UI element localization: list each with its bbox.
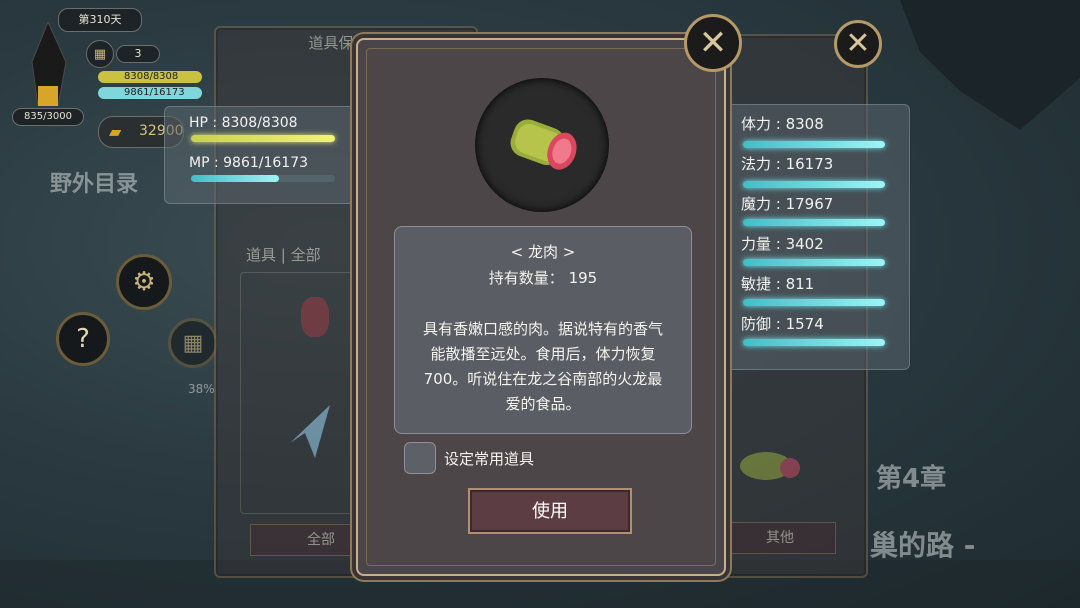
stat-agility: 敏捷 : 811: [741, 275, 815, 293]
exp-counter: 835/3000: [12, 108, 84, 126]
hp-bar: [191, 135, 335, 142]
field-menu-label[interactable]: 野外目录: [50, 166, 138, 198]
right-close-icon[interactable]: ✕: [834, 20, 882, 68]
progress-percent: 38%: [188, 382, 215, 396]
road-label: 巢的路 -: [870, 529, 976, 562]
hp-label: HP : 8308/8308: [189, 115, 298, 131]
stat-magic: 魔力 : 17967: [741, 195, 834, 213]
stat-magic-bar: [743, 219, 885, 226]
stat-stamina-bar: [743, 141, 885, 148]
stat-mana: 法力 : 16173: [741, 155, 834, 173]
mp-bar-track: [191, 175, 335, 182]
stat-stamina: 体力 : 8308: [741, 115, 824, 133]
help-icon[interactable]: ?: [56, 312, 110, 366]
map-terrain: [900, 0, 1080, 130]
settings-gear-icon[interactable]: ⚙: [116, 254, 172, 310]
stats-box: 体力 : 8308 法力 : 16173 魔力 : 17967 力量 : 340…: [726, 104, 910, 370]
hp-mini-bar: 8308/8308: [98, 71, 202, 83]
item-name: < 龙肉 >: [510, 243, 576, 261]
item-icon-frame: [475, 78, 609, 212]
calendar-count: 3: [116, 45, 160, 63]
chapter-label: 第4章: [876, 464, 947, 494]
gold-icon: ▰: [109, 122, 122, 141]
calendar-icon[interactable]: ▦: [86, 40, 114, 68]
stat-defense-bar: [743, 339, 885, 346]
stat-strength: 力量 : 3402: [741, 235, 824, 253]
stat-mana-bar: [743, 181, 885, 188]
use-button[interactable]: 使用: [468, 488, 632, 534]
mp-label: MP : 9861/16173: [189, 155, 309, 171]
storage-subtitle: 道具 | 全部: [246, 246, 321, 264]
favorite-item-checkbox[interactable]: [404, 442, 436, 474]
item-description-box: < 龙肉 > 持有数量： 195 具有香嫩口感的肉。据说特有的香气能散播至远处。…: [394, 226, 692, 434]
stat-defense: 防御 : 1574: [741, 315, 824, 333]
schedule-icon[interactable]: ▦: [168, 318, 218, 368]
mp-mini-bar: 9861/16173: [98, 87, 202, 99]
dialog-close-icon[interactable]: ✕: [684, 14, 742, 72]
crystal-emblem: [18, 20, 82, 107]
item-slot-red-gem[interactable]: [301, 297, 329, 337]
favorite-item-label: 设定常用道具: [444, 450, 535, 468]
item-quantity: 持有数量： 195: [488, 269, 598, 287]
hp-mp-box: HP : 8308/8308 MP : 9861/16173: [164, 106, 360, 204]
tab-other[interactable]: 其他: [724, 522, 836, 554]
stat-agility-bar: [743, 299, 885, 306]
item-slot-ice-claw[interactable]: [285, 403, 335, 463]
right-item-dragon-meat[interactable]: [732, 446, 802, 486]
dragon-meat-icon: [510, 119, 577, 170]
hp-mini-text: 8308/8308: [124, 71, 179, 82]
mp-bar-fill: [191, 175, 279, 182]
stat-strength-bar: [743, 259, 885, 266]
mp-mini-text: 9861/16173: [124, 87, 185, 98]
item-description: 具有香嫩口感的肉。据说特有的香气能散播至远处。食用后，体力恢复700。听说住在龙…: [422, 320, 663, 413]
